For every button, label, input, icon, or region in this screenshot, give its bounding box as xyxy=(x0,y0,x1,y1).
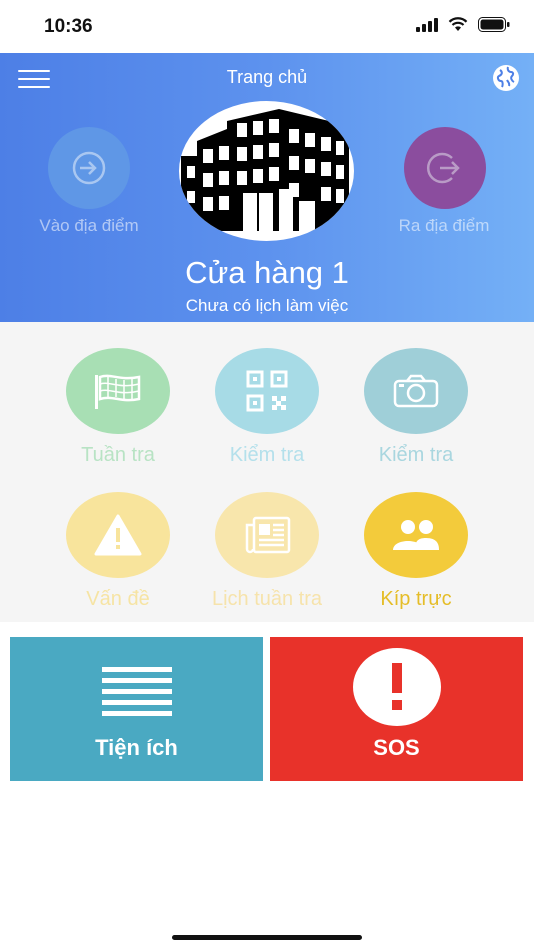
enter-icon xyxy=(72,151,106,185)
sos-label: SOS xyxy=(373,735,420,760)
building-icon xyxy=(181,109,349,231)
patrol-label: Tuần tra xyxy=(81,444,155,466)
signal-icon xyxy=(416,17,438,32)
check-in-circle xyxy=(48,127,130,209)
schedule-status: Chưa có lịch làm việc xyxy=(185,296,349,315)
qr-code-icon xyxy=(246,370,288,412)
store-avatar xyxy=(179,101,354,241)
exit-icon xyxy=(426,152,460,184)
check-in-button[interactable]: Vào địa điểm xyxy=(16,127,162,236)
check-out-label: Ra địa điểm xyxy=(398,216,490,235)
status-bar: 10:36 xyxy=(0,0,534,53)
users-icon xyxy=(393,520,439,550)
globe-icon[interactable] xyxy=(492,64,520,92)
alert-icon xyxy=(353,648,441,726)
sos-button[interactable]: SOS xyxy=(270,637,523,781)
feature-grid: Tuần tra Kiểm tra Kiểm tra Vấn đề Lịch t… xyxy=(0,322,534,622)
patrol-button[interactable]: Tuần tra xyxy=(44,348,192,467)
list-icon xyxy=(102,667,172,716)
shift-circle xyxy=(364,492,468,578)
patrol-schedule-label: Lịch tuần tra xyxy=(211,588,323,610)
check-out-circle xyxy=(404,127,486,209)
warning-icon xyxy=(94,514,142,556)
qr-check-button[interactable]: Kiểm tra xyxy=(193,348,341,467)
status-icons xyxy=(416,17,510,32)
qr-check-label: Kiểm tra xyxy=(229,444,305,466)
newspaper-icon xyxy=(245,516,291,554)
camera-icon xyxy=(393,374,439,408)
status-time: 10:36 xyxy=(44,16,93,37)
header: Trang chủ Vào địa điểm Ra địa điểm Cửa h… xyxy=(0,53,534,322)
patrol-schedule-circle xyxy=(215,492,319,578)
battery-icon xyxy=(478,17,510,32)
shift-label: Kíp trực xyxy=(380,588,452,610)
check-in-label: Vào địa điểm xyxy=(39,216,139,235)
page-title: Trang chủ xyxy=(226,67,308,87)
issue-circle xyxy=(66,492,170,578)
store-name: Cửa hàng 1 xyxy=(185,255,349,290)
photo-check-label: Kiểm tra xyxy=(378,444,454,466)
patrol-schedule-button[interactable]: Lịch tuần tra xyxy=(193,492,341,611)
utilities-label: Tiện ích xyxy=(95,735,178,760)
patrol-circle xyxy=(66,348,170,434)
flag-icon xyxy=(95,374,141,409)
home-indicator[interactable] xyxy=(172,935,362,940)
shift-button[interactable]: Kíp trực xyxy=(342,492,490,611)
qr-check-circle xyxy=(215,348,319,434)
issue-label: Vấn đề xyxy=(86,588,150,610)
issue-button[interactable]: Vấn đề xyxy=(44,492,192,611)
utilities-button[interactable]: Tiện ích xyxy=(10,637,263,781)
wifi-icon xyxy=(448,17,468,31)
photo-check-button[interactable]: Kiểm tra xyxy=(342,348,490,467)
check-out-button[interactable]: Ra địa điểm xyxy=(374,127,514,236)
photo-check-circle xyxy=(364,348,468,434)
